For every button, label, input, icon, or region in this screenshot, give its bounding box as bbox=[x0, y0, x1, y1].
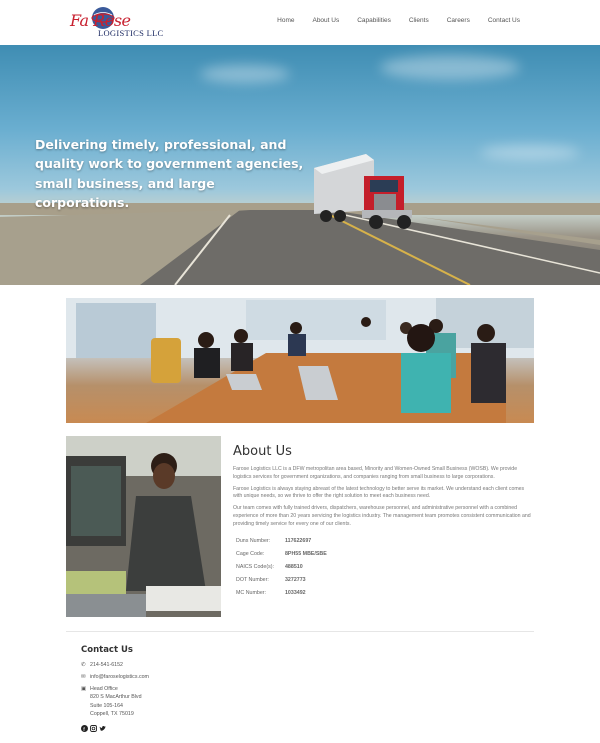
nav-contact-us[interactable]: Contact Us bbox=[488, 17, 520, 24]
contact-phone-row: ✆ 214-541-6152 bbox=[81, 661, 281, 669]
info-label: DOT Number: bbox=[236, 577, 269, 584]
about-paragraph: Our team comes with fully trained driver… bbox=[233, 505, 531, 527]
about-title: About Us bbox=[233, 444, 292, 459]
table-row: Cage Code: 8PH55 MBE/SBE bbox=[233, 548, 330, 561]
nav-capabilities[interactable]: Capabilities bbox=[357, 17, 391, 24]
about-image bbox=[66, 436, 221, 617]
company-logo[interactable]: Fa Rose LOGISTICS LLC bbox=[70, 5, 163, 41]
info-label: NAICS Code(s): bbox=[236, 564, 274, 571]
contact-address-row: ▣ Head Office 820 S MacArthur Blvd Suite… bbox=[81, 685, 281, 719]
address-line: Suite 105-164 bbox=[90, 702, 123, 709]
facebook-icon[interactable]: f bbox=[81, 719, 88, 733]
envelope-icon: ✉ bbox=[81, 673, 86, 680]
instagram-icon[interactable] bbox=[90, 719, 97, 732]
about-paragraph: Farose Logistics is always staying abrea… bbox=[233, 485, 525, 500]
twitter-icon[interactable] bbox=[99, 719, 106, 731]
nav-careers[interactable]: Careers bbox=[447, 17, 470, 24]
contact-title: Contact Us bbox=[81, 645, 133, 655]
logo-sub-text: LOGISTICS LLC bbox=[98, 28, 164, 38]
nav-home[interactable]: Home bbox=[277, 17, 294, 24]
address-line: 820 S MacArthur Blvd bbox=[90, 694, 142, 701]
social-links: f bbox=[81, 719, 106, 733]
about-section: About Us Farose Logistics LLC is a DFW m… bbox=[233, 444, 533, 600]
info-label: Duns Number: bbox=[236, 538, 271, 545]
team-meeting-image bbox=[66, 298, 534, 423]
section-divider bbox=[66, 631, 534, 632]
info-value: 488510 bbox=[284, 564, 303, 571]
info-label: Cage Code: bbox=[236, 551, 265, 558]
hero-headline: Delivering timely, professional, and qua… bbox=[35, 137, 304, 211]
site-header: Fa Rose LOGISTICS LLC Home About Us Capa… bbox=[0, 0, 600, 45]
contact-email[interactable]: info@faroselogistics.com bbox=[90, 673, 149, 681]
info-label: MC Number: bbox=[236, 590, 267, 597]
company-info-table: Duns Number: 117622697 Cage Code: 8PH55 … bbox=[233, 535, 330, 600]
info-value: 8PH55 MBE/SBE bbox=[284, 551, 327, 558]
truck-image bbox=[314, 154, 412, 229]
table-row: DOT Number: 3272773 bbox=[233, 574, 330, 587]
info-value: 1033492 bbox=[284, 590, 306, 597]
contact-phone[interactable]: 214-541-6152 bbox=[90, 661, 123, 669]
hero-banner: Delivering timely, professional, and qua… bbox=[0, 45, 600, 285]
info-value: 117622697 bbox=[284, 538, 312, 545]
table-row: Duns Number: 117622697 bbox=[233, 535, 330, 548]
contact-section: Contact Us ✆ 214-541-6152 ✉ info@farosel… bbox=[81, 645, 281, 722]
table-row: MC Number: 1033492 bbox=[233, 587, 330, 600]
student-photo bbox=[66, 436, 221, 617]
building-icon: ▣ bbox=[81, 685, 87, 692]
info-value: 3272773 bbox=[284, 577, 306, 584]
phone-icon: ✆ bbox=[81, 662, 86, 668]
nav-clients[interactable]: Clients bbox=[409, 17, 429, 24]
table-row: NAICS Code(s): 488510 bbox=[233, 561, 330, 574]
meeting-scene bbox=[66, 298, 534, 423]
nav-about-us[interactable]: About Us bbox=[312, 17, 339, 24]
address-line: Coppell, TX 75019 bbox=[90, 711, 134, 718]
about-paragraph: Farose Logistics LLC is a DFW metropolit… bbox=[233, 466, 518, 480]
office-label: Head Office bbox=[90, 685, 118, 692]
main-nav: Home About Us Capabilities Clients Caree… bbox=[259, 17, 520, 24]
contact-email-row: ✉ info@faroselogistics.com bbox=[81, 673, 281, 681]
